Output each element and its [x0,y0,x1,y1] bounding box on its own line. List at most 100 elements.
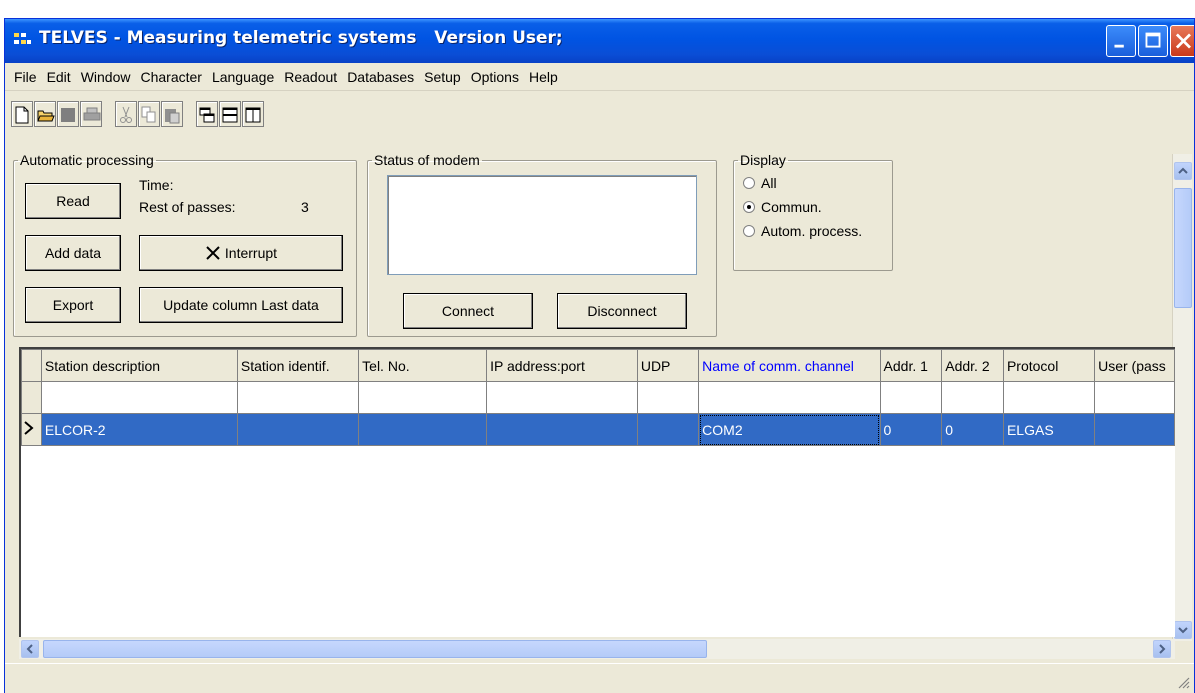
new-document-button[interactable] [11,101,33,127]
vertical-scrollbar[interactable] [1172,154,1192,641]
table-row[interactable] [21,381,1175,414]
tile-vertical-button[interactable] [242,101,264,127]
vertical-scroll-thumb[interactable] [1174,188,1192,308]
radio-commun[interactable]: Commun. [743,199,822,215]
protocol-cell[interactable]: ELGAS [1002,413,1096,446]
window-controls [1106,25,1194,57]
table-header-row: Station description Station identif. Tel… [21,349,1175,382]
station-description-cell[interactable]: ELCOR-2 [40,413,238,446]
udp-cell[interactable] [636,413,700,446]
radio-all-label: All [761,175,777,191]
cascade-button[interactable] [196,101,218,127]
menu-file[interactable]: File [9,69,42,85]
chevron-right-icon [1159,644,1166,654]
current-row-arrow-icon [24,421,34,435]
tile-vertical-icon [245,107,261,123]
table-cell[interactable] [1094,381,1175,414]
column-header[interactable]: Station description [40,349,238,382]
column-header[interactable]: Addr. 1 [879,349,943,382]
addr2-cell[interactable]: 0 [941,413,1004,446]
table-cell[interactable] [486,381,638,414]
menu-readout[interactable]: Readout [279,69,342,85]
tel-no-cell[interactable] [358,413,488,446]
connect-button[interactable]: Connect [403,293,533,329]
column-header[interactable]: Addr. 2 [941,349,1004,382]
station-identif-cell[interactable] [236,413,360,446]
column-header[interactable]: Tel. No. [358,349,488,382]
table-cell[interactable] [40,381,238,414]
column-header-active[interactable]: Name of comm. channel [698,349,881,382]
scroll-left-button[interactable] [21,640,39,658]
new-document-icon [15,106,29,124]
status-bar [5,663,1194,693]
close-x-icon [206,246,220,260]
menu-language[interactable]: Language [207,69,279,85]
table-cell[interactable] [236,381,360,414]
menu-options[interactable]: Options [466,69,524,85]
maximize-icon [1145,32,1161,48]
radio-all[interactable]: All [743,175,777,191]
automatic-processing-legend: Automatic processing [20,152,154,168]
menu-databases[interactable]: Databases [342,69,419,85]
display-legend: Display [740,152,786,168]
table-cell[interactable] [698,381,881,414]
column-header[interactable]: User (pass [1094,349,1175,382]
export-button[interactable]: Export [25,287,121,323]
maximize-button[interactable] [1138,25,1168,57]
comm-channel-cell[interactable]: COM2 [698,413,881,446]
table-cell[interactable] [1002,381,1096,414]
horizontal-scrollbar[interactable] [19,639,1175,659]
column-header[interactable]: Station identif. [236,349,360,382]
resize-grip-icon[interactable] [1176,675,1190,689]
print-button[interactable] [80,101,102,127]
update-last-data-button[interactable]: Update column Last data [139,287,343,323]
minimize-button[interactable] [1106,25,1136,57]
menu-edit[interactable]: Edit [42,69,76,85]
disconnect-button[interactable]: Disconnect [557,293,687,329]
row-indicator-header [21,349,42,382]
tile-horizontal-button[interactable] [219,101,241,127]
radio-autom-process[interactable]: Autom. process. [743,223,862,239]
copy-button[interactable] [138,101,160,127]
interrupt-button[interactable]: Interrupt [139,235,343,271]
menu-setup[interactable]: Setup [419,69,466,85]
column-header[interactable]: Protocol [1002,349,1096,382]
add-data-button[interactable]: Add data [25,235,121,271]
menu-window[interactable]: Window [76,69,136,85]
radio-autom-process-label: Autom. process. [761,223,863,239]
column-header[interactable]: IP address:port [486,349,638,382]
paste-icon [165,109,180,124]
menu-character[interactable]: Character [135,69,206,85]
column-header[interactable]: UDP [636,349,700,382]
user-pass-cell[interactable] [1094,413,1175,446]
cut-button[interactable] [115,101,137,127]
main-window: TELVES - Measuring telemetric systems Ve… [4,18,1195,693]
menu-help[interactable]: Help [524,69,563,85]
scroll-right-button[interactable] [1153,640,1171,658]
window-title: TELVES - Measuring telemetric systems Ve… [39,28,563,48]
radio-commun-dot [743,201,755,213]
title-bar[interactable]: TELVES - Measuring telemetric systems Ve… [5,19,1194,63]
table-row-selected[interactable]: ELCOR-2 COM2 0 0 ELGAS [21,413,1175,446]
open-folder-button[interactable] [34,101,56,127]
stations-grid: Station description Station identif. Tel… [19,347,1175,637]
cut-icon [120,106,132,123]
table-cell[interactable] [636,381,700,414]
row-indicator [21,381,42,414]
horizontal-scroll-thumb[interactable] [43,640,707,658]
paste-button[interactable] [161,101,183,127]
save-icon [61,108,75,122]
save-button[interactable] [57,101,79,127]
scroll-down-button[interactable] [1174,621,1192,639]
open-folder-icon [37,110,55,122]
modem-status-box [387,175,697,275]
addr1-cell[interactable]: 0 [879,413,943,446]
ip-address-cell[interactable] [486,413,638,446]
table-cell[interactable] [941,381,1004,414]
table-cell[interactable] [358,381,488,414]
table-cell[interactable] [879,381,943,414]
scroll-up-button[interactable] [1174,162,1192,180]
read-button[interactable]: Read [25,183,121,219]
close-button[interactable] [1170,25,1194,57]
stations-table: Station description Station identif. Tel… [21,349,1175,446]
